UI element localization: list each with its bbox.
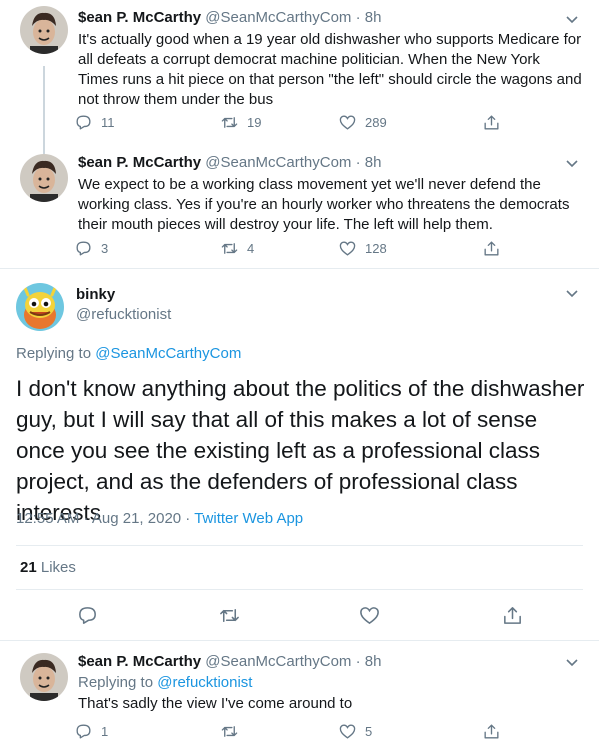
- author-name[interactable]: binky: [76, 286, 115, 303]
- share-button[interactable]: [482, 722, 501, 741]
- reply-icon: [76, 241, 91, 256]
- reply-icon: [76, 115, 91, 130]
- retweet-icon: [221, 243, 238, 254]
- heart-icon: [339, 115, 356, 130]
- replying-to-label: Replying to: [16, 345, 92, 362]
- chevron-down-icon[interactable]: [565, 156, 579, 170]
- avatar[interactable]: [16, 283, 64, 331]
- like-count: 128: [365, 241, 387, 256]
- heart-icon: [339, 724, 356, 739]
- tweet-meta: 12:55 AM · Aug 21, 2020 · Twitter Web Ap…: [16, 510, 303, 527]
- likes-summary[interactable]: 21 Likes: [20, 559, 76, 576]
- tweet-actions: 11 19 289: [70, 113, 590, 137]
- share-icon: [484, 115, 499, 130]
- tweet-actions: 1 5: [70, 722, 590, 746]
- reply-count: 11: [101, 115, 115, 130]
- reply-button[interactable]: 11: [74, 113, 115, 132]
- retweet-button[interactable]: 19: [220, 113, 261, 132]
- focused-tweet: binky @refucktionist Replying to @SeanMc…: [0, 269, 599, 639]
- tweet-text: We expect to be a working class movement…: [78, 176, 570, 233]
- divider: [16, 545, 583, 546]
- focused-tweet-text: I don't know anything about the politics…: [16, 376, 585, 525]
- retweet-count: 4: [247, 241, 255, 256]
- author-handle[interactable]: @refucktionist: [76, 306, 171, 323]
- share-icon: [484, 724, 499, 739]
- reply-count: 1: [101, 724, 109, 739]
- like-count: 5: [365, 724, 373, 739]
- tweet-header: $ean P. McCarthy @SeanMcCarthyCom · 8h: [78, 653, 381, 670]
- tweet-header: $ean P. McCarthy @SeanMcCarthyCom · 8h: [78, 154, 381, 171]
- dot-separator: ·: [355, 154, 361, 171]
- divider: [16, 589, 583, 590]
- dot-separator: ·: [355, 9, 361, 26]
- chevron-down-icon[interactable]: [565, 655, 579, 669]
- tweet-text: It's actually good when a 19 year old di…: [78, 31, 582, 108]
- replying-to-handle[interactable]: @refucktionist: [157, 674, 252, 691]
- timestamp[interactable]: 8h: [365, 653, 382, 670]
- retweet-icon: [221, 117, 238, 128]
- tweet-timestamp[interactable]: 12:55 AM · Aug 21, 2020 ·: [16, 510, 194, 527]
- replying-to-handle[interactable]: @SeanMcCarthyCom: [95, 345, 241, 362]
- tweet-1[interactable]: $ean P. McCarthy @SeanMcCarthyCom · 8h I…: [0, 0, 599, 156]
- display-name[interactable]: $ean P. McCarthy: [78, 154, 201, 171]
- reply-icon[interactable]: [76, 604, 99, 627]
- avatar[interactable]: [20, 653, 68, 701]
- retweet-button[interactable]: [220, 722, 247, 741]
- share-icon: [484, 241, 499, 256]
- tweet-2[interactable]: $ean P. McCarthy @SeanMcCarthyCom · 8h W…: [0, 148, 599, 268]
- display-name[interactable]: $ean P. McCarthy: [78, 653, 201, 670]
- replying-to: Replying to @SeanMcCarthyCom: [16, 345, 241, 362]
- share-button[interactable]: [482, 239, 501, 258]
- chevron-down-icon[interactable]: [565, 286, 579, 300]
- display-name[interactable]: $ean P. McCarthy: [78, 9, 201, 26]
- like-count: 289: [365, 115, 387, 130]
- retweet-icon[interactable]: [218, 604, 241, 627]
- chevron-down-icon[interactable]: [565, 12, 579, 26]
- share-button[interactable]: [482, 113, 501, 132]
- timestamp[interactable]: 8h: [365, 9, 382, 26]
- tweet-header: $ean P. McCarthy @SeanMcCarthyCom · 8h: [78, 9, 381, 26]
- handle[interactable]: @SeanMcCarthyCom: [205, 154, 351, 171]
- tweet-source[interactable]: Twitter Web App: [194, 510, 303, 527]
- avatar[interactable]: [20, 154, 68, 202]
- reply-button[interactable]: 1: [74, 722, 108, 741]
- retweet-count: 19: [247, 115, 262, 130]
- likes-label: Likes: [40, 559, 76, 576]
- retweet-button[interactable]: 4: [220, 239, 254, 258]
- share-icon[interactable]: [501, 604, 524, 627]
- avatar[interactable]: [20, 6, 68, 54]
- handle[interactable]: @SeanMcCarthyCom: [205, 653, 351, 670]
- like-button[interactable]: 5: [338, 722, 372, 741]
- like-button[interactable]: 289: [338, 113, 387, 132]
- tweet-actions: 3 4 128: [70, 239, 590, 263]
- tweet-text: That's sadly the view I've come around t…: [78, 695, 353, 712]
- reply-count: 3: [101, 241, 109, 256]
- heart-icon[interactable]: [358, 604, 381, 627]
- timestamp[interactable]: 8h: [365, 154, 382, 171]
- reply-button[interactable]: 3: [74, 239, 108, 258]
- like-button[interactable]: 128: [338, 239, 387, 258]
- dot-separator: ·: [355, 653, 361, 670]
- replying-to: Replying to @refucktionist: [78, 674, 252, 691]
- retweet-icon: [221, 726, 238, 737]
- heart-icon: [339, 241, 356, 256]
- handle[interactable]: @SeanMcCarthyCom: [205, 9, 351, 26]
- focused-actions: [0, 604, 599, 630]
- reply-icon: [76, 724, 91, 739]
- thread-line: [43, 148, 45, 152]
- reply-tweet[interactable]: $ean P. McCarthy @SeanMcCarthyCom · 8h R…: [0, 641, 599, 751]
- replying-to-label: Replying to: [78, 674, 154, 691]
- likes-count: 21: [20, 559, 37, 576]
- thread-line: [43, 66, 45, 156]
